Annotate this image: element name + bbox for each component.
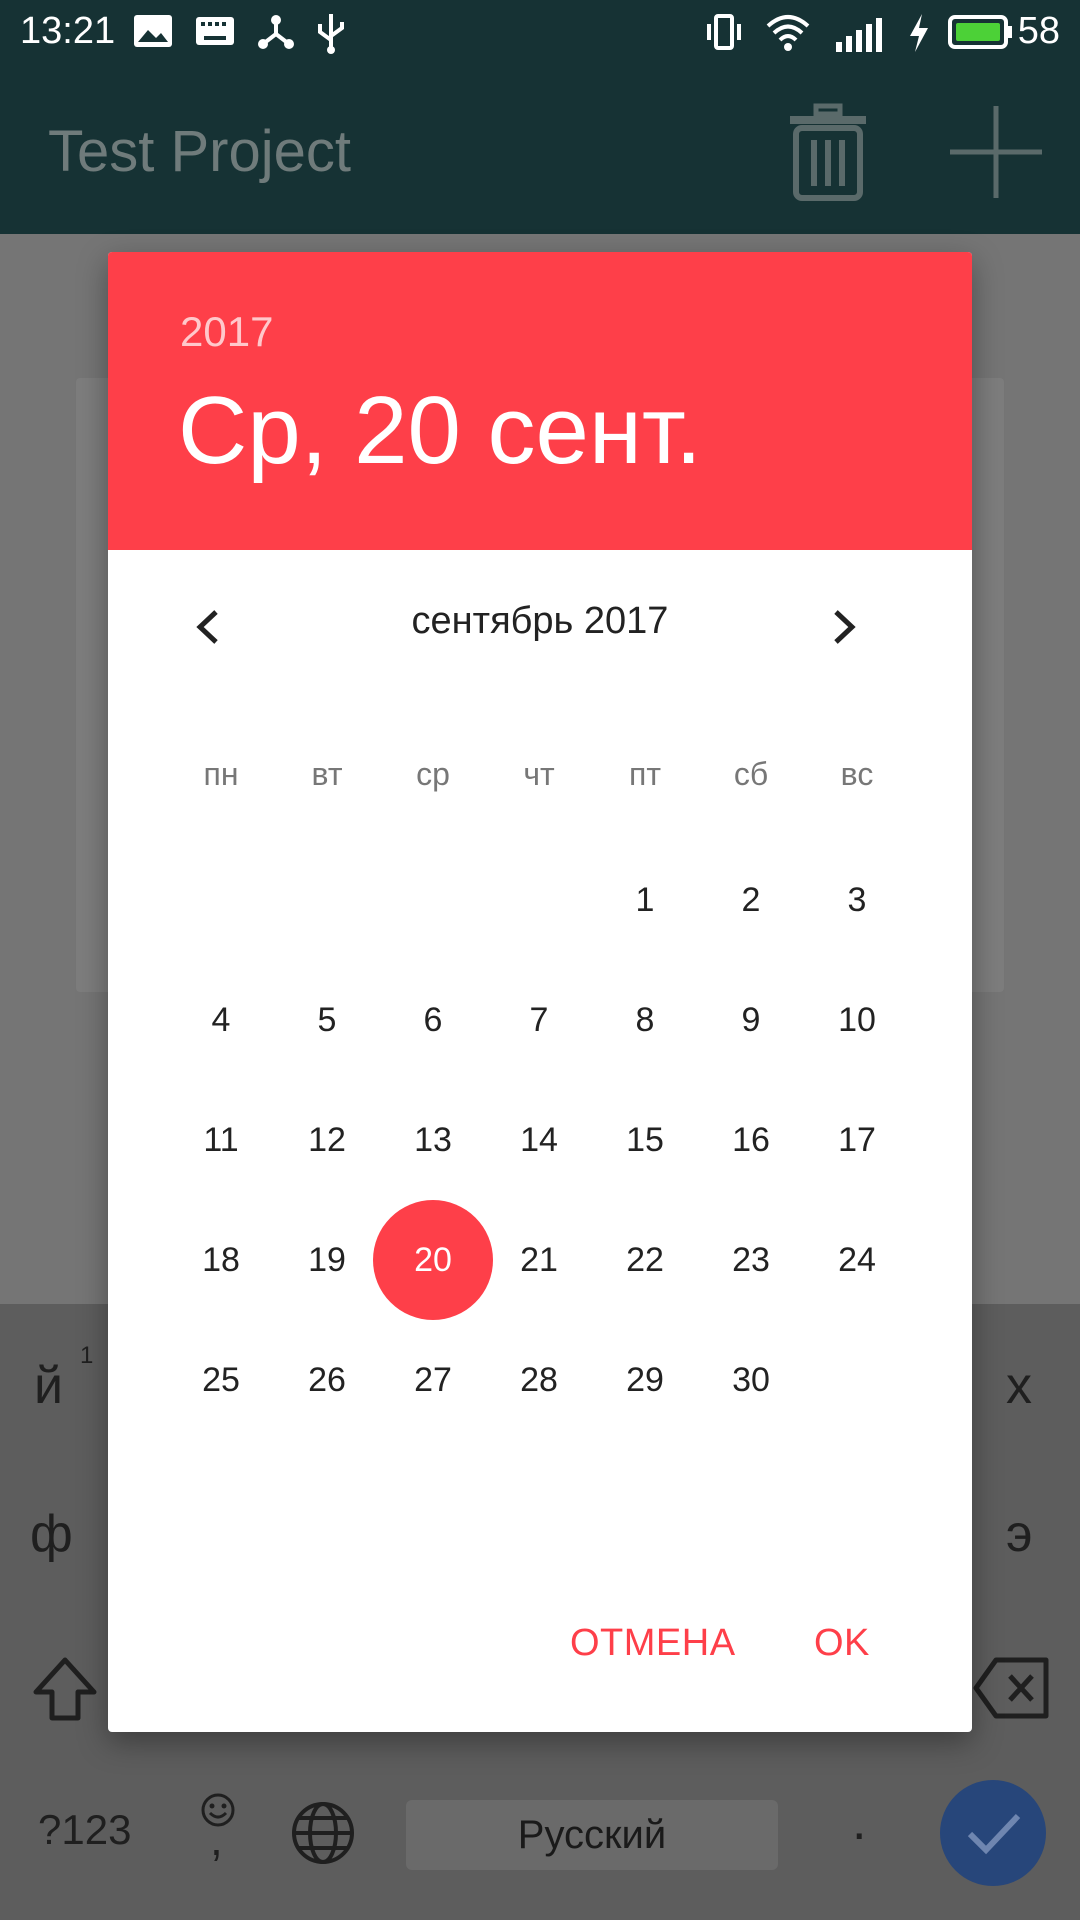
key-yi-hint: 1 (80, 1342, 94, 1369)
day-cell[interactable]: 6 (379, 966, 487, 1074)
day-cell[interactable]: 27 (379, 1326, 487, 1434)
month-navigation: сентябрь 2017 (108, 582, 972, 672)
weekday-label: пн (203, 756, 239, 792)
day-cell[interactable]: 11 (167, 1086, 275, 1194)
delete-icon[interactable] (786, 102, 870, 202)
weekday-label: сб (733, 756, 769, 792)
next-month-icon[interactable] (810, 592, 880, 662)
day-cell[interactable]: 17 (803, 1086, 911, 1194)
day-cell[interactable]: 13 (379, 1086, 487, 1194)
key-yi[interactable]: й (34, 1356, 63, 1416)
day-cell[interactable]: 7 (485, 966, 593, 1074)
day-cell[interactable]: 12 (273, 1086, 381, 1194)
date-picker-dialog: 2017 Ср, 20 сент. сентябрь 2017 пн вт ср чт… (108, 252, 972, 1732)
day-cell[interactable]: 8 (591, 966, 699, 1074)
day-cell[interactable]: 28 (485, 1326, 593, 1434)
weekday-label: ср (416, 756, 450, 792)
image-notification-icon (134, 15, 172, 47)
weekday-label: вс (840, 756, 874, 792)
weekday-label: чт (523, 756, 555, 792)
header-year[interactable]: 2017 (180, 308, 273, 356)
app-bar: Test Project (0, 66, 1080, 234)
backspace-icon[interactable] (972, 1656, 1052, 1720)
vibrate-icon (707, 14, 741, 50)
day-cell[interactable]: 30 (697, 1326, 805, 1434)
day-cell[interactable]: 23 (697, 1206, 805, 1314)
shift-icon[interactable] (30, 1654, 100, 1724)
day-cell[interactable]: 29 (591, 1326, 699, 1434)
dialog-header: 2017 Ср, 20 сент. (108, 252, 972, 550)
day-cell[interactable]: 3 (803, 846, 911, 954)
day-cell[interactable]: 24 (803, 1206, 911, 1314)
key-e[interactable]: э (1006, 1504, 1033, 1564)
weekday-label: пт (629, 756, 661, 792)
day-cell[interactable]: 19 (273, 1206, 381, 1314)
cancel-button[interactable]: ОТМЕНА (570, 1622, 736, 1665)
day-cell[interactable]: 22 (591, 1206, 699, 1314)
day-cell[interactable]: 4 (167, 966, 275, 1074)
done-button[interactable] (940, 1780, 1046, 1886)
key-kha[interactable]: х (1006, 1356, 1032, 1416)
battery-icon (948, 15, 1012, 49)
status-bar: 13:21 58 (0, 0, 1080, 66)
key-ef[interactable]: ф (30, 1504, 73, 1564)
header-date[interactable]: Ср, 20 сент. (178, 376, 702, 486)
comma-key[interactable]: , (210, 1812, 223, 1866)
app-title: Test Project (48, 119, 351, 184)
ok-button[interactable]: OK (814, 1622, 870, 1665)
day-cell[interactable]: 25 (167, 1326, 275, 1434)
signal-3g-icon (836, 18, 882, 52)
usb-debug-icon (258, 15, 294, 49)
period-key[interactable]: . (852, 1792, 866, 1852)
day-cell[interactable]: 18 (167, 1206, 275, 1314)
keyboard-notification-icon (196, 17, 234, 45)
checkmark-icon (967, 1813, 1021, 1855)
day-cell[interactable]: 16 (697, 1086, 805, 1194)
charging-icon (910, 14, 928, 52)
globe-icon[interactable] (290, 1800, 356, 1866)
day-cell[interactable]: 14 (485, 1086, 593, 1194)
day-selected[interactable]: 20 (373, 1200, 493, 1320)
day-cell[interactable]: 1 (591, 846, 699, 954)
space-key[interactable]: Русский (406, 1800, 778, 1870)
day-cell[interactable]: 10 (803, 966, 911, 1074)
day-cell[interactable]: 5 (273, 966, 381, 1074)
day-cell[interactable]: 15 (591, 1086, 699, 1194)
weekday-label: вт (311, 756, 343, 792)
add-icon[interactable] (946, 102, 1046, 202)
day-cell[interactable]: 2 (697, 846, 805, 954)
wifi-icon (766, 15, 810, 51)
day-cell[interactable]: 21 (485, 1206, 593, 1314)
symbols-key[interactable]: ?123 (38, 1806, 131, 1854)
day-cell[interactable]: 26 (273, 1326, 381, 1434)
battery-percent: 58 (1017, 10, 1060, 52)
day-cell[interactable]: 9 (697, 966, 805, 1074)
status-time: 13:21 (20, 10, 116, 52)
usb-icon (318, 14, 344, 54)
